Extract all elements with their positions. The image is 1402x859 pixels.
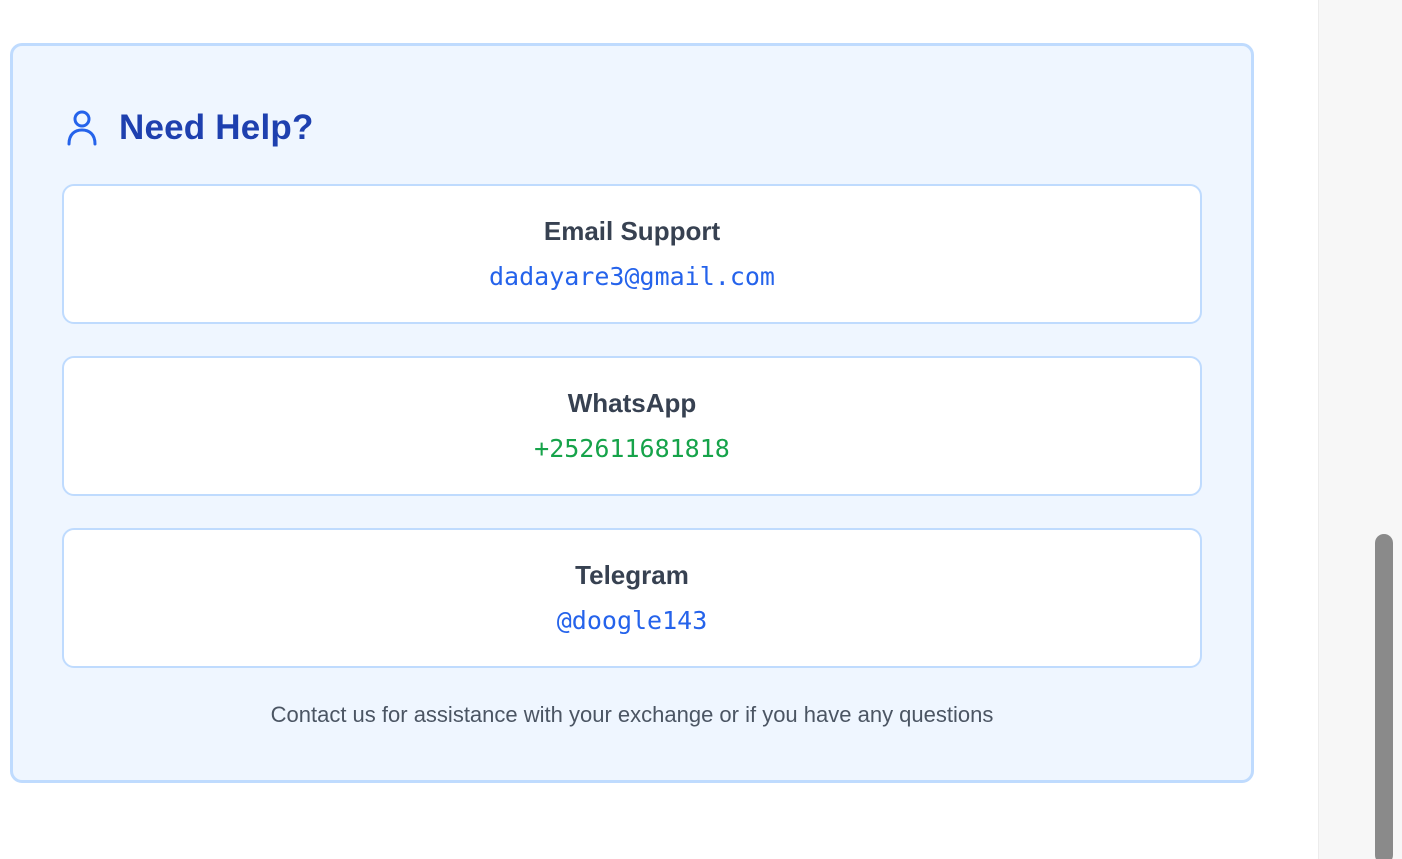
- scrollbar-track[interactable]: [1318, 0, 1402, 859]
- contact-label-whatsapp: WhatsApp: [567, 388, 697, 418]
- help-title: Need Help?: [119, 108, 314, 147]
- user-icon: [65, 108, 99, 148]
- contact-label-telegram: Telegram: [575, 560, 689, 590]
- help-footer-text: Contact us for assistance with your exch…: [270, 702, 994, 727]
- email-link[interactable]: dadayare3@gmail.com: [64, 262, 1200, 291]
- scrollbar-thumb[interactable]: [1375, 534, 1393, 859]
- contact-card-telegram: Telegram @doogle143: [62, 528, 1202, 668]
- help-card: Need Help? Email Support dadayare3@gmail…: [10, 43, 1254, 783]
- contact-label-email: Email Support: [543, 216, 721, 246]
- content-area: Need Help? Email Support dadayare3@gmail…: [0, 0, 1318, 859]
- telegram-link[interactable]: @doogle143: [64, 606, 1200, 635]
- whatsapp-link[interactable]: +252611681818: [64, 434, 1200, 463]
- contact-card-email: Email Support dadayare3@gmail.com: [62, 184, 1202, 324]
- help-header: Need Help?: [65, 106, 314, 150]
- contact-card-whatsapp: WhatsApp +252611681818: [62, 356, 1202, 496]
- page: Need Help? Email Support dadayare3@gmail…: [0, 0, 1402, 859]
